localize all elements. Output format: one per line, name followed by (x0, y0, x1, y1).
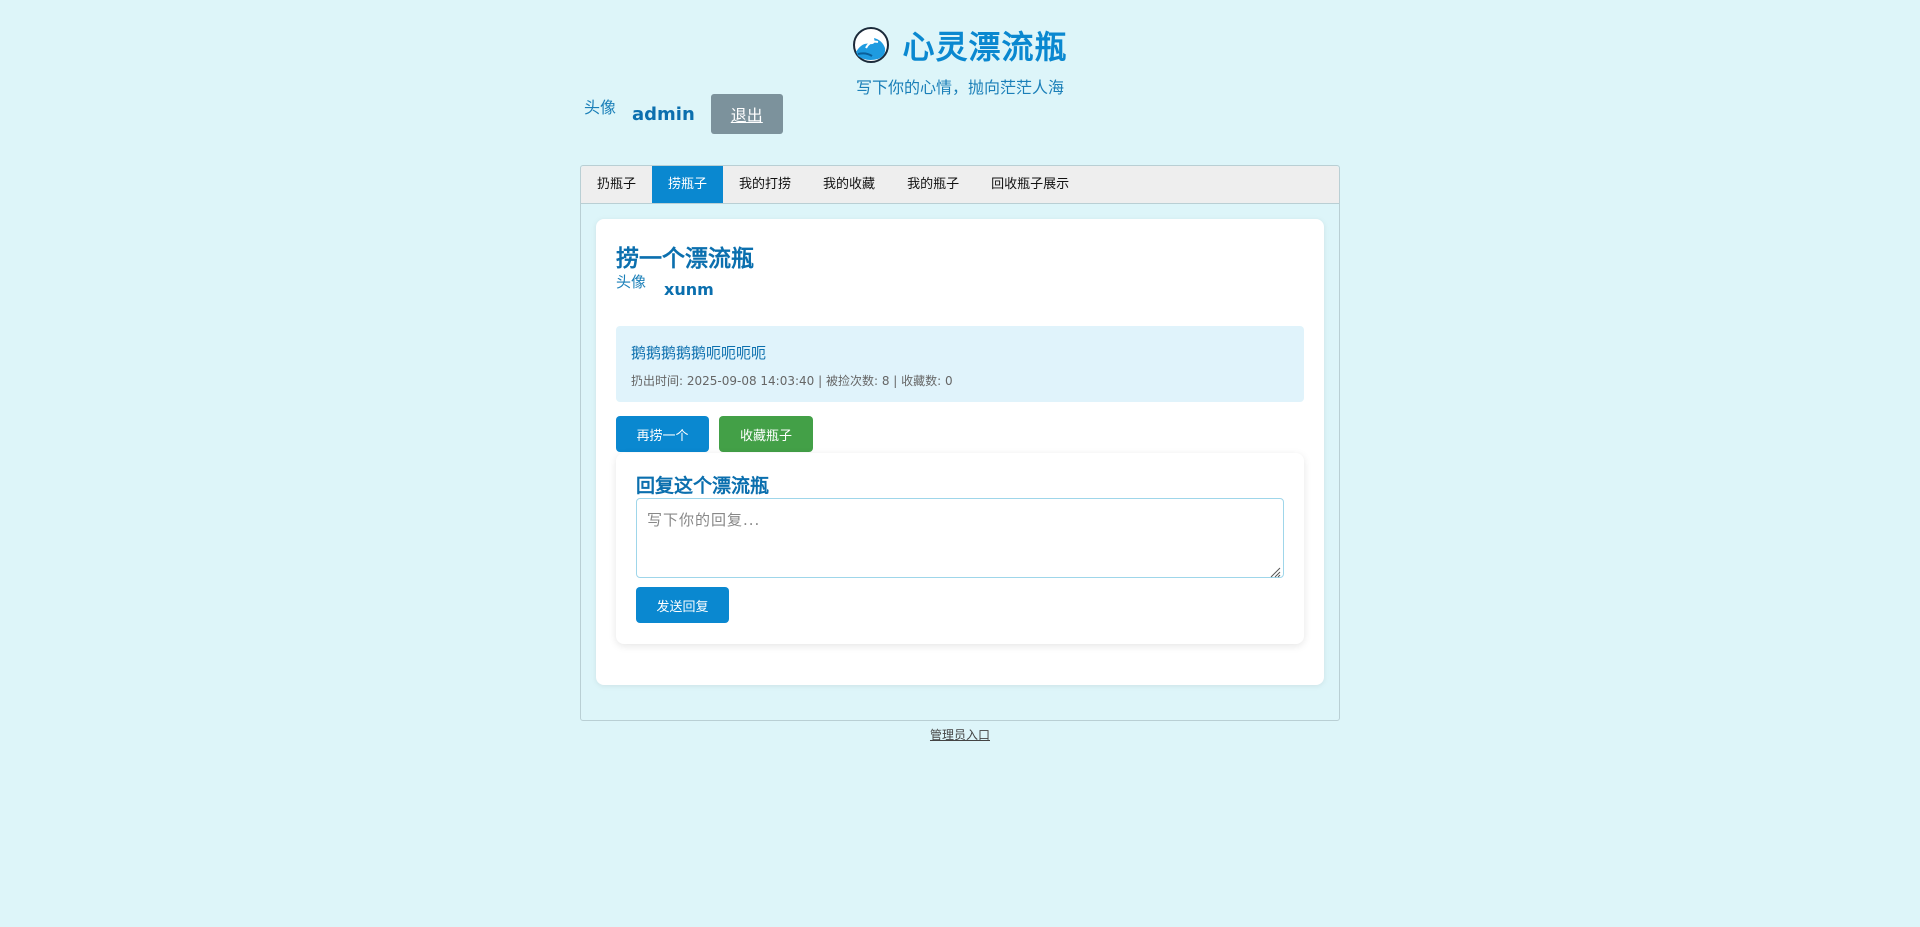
avatar[interactable]: 头像 (584, 94, 616, 118)
site-title: 心灵漂流瓶 (902, 28, 1068, 66)
tab-recycled-bottles[interactable]: 回收瓶子展示 (975, 166, 1085, 203)
tab-my-catches[interactable]: 我的打捞 (723, 166, 807, 203)
resize-grip-icon[interactable] (1269, 563, 1281, 578)
tab-catch-bottle[interactable]: 捞瓶子 (652, 166, 724, 203)
reply-placeholder: 写下你的回复... (647, 511, 761, 529)
reply-card: 回复这个漂流瓶 写下你的回复... 发送回复 (616, 453, 1304, 644)
favorite-bottle-button[interactable]: 收藏瓶子 (719, 416, 813, 452)
tab-my-favorites[interactable]: 我的收藏 (807, 166, 891, 203)
sender-info: 头像 xunm (616, 271, 714, 299)
main-panel: 扔瓶子 捞瓶子 我的打捞 我的收藏 我的瓶子 回收瓶子展示 捞一个漂流瓶 头像 … (580, 165, 1340, 721)
bottle-message-meta: 扔出时间: 2025-09-08 14:03:40 | 被捡次数: 8 | 收藏… (631, 374, 953, 388)
tab-throw-bottle[interactable]: 扔瓶子 (581, 166, 652, 203)
tab-my-bottles[interactable]: 我的瓶子 (891, 166, 975, 203)
admin-entry-link[interactable]: 管理员入口 (930, 728, 990, 742)
wave-icon (852, 26, 890, 64)
site-title-group: 心灵漂流瓶 (852, 22, 1067, 68)
sender-avatar: 头像 (616, 273, 647, 291)
send-reply-button[interactable]: 发送回复 (636, 587, 729, 623)
bottle-message: 鹅鹅鹅鹅鹅呃呃呃呃 扔出时间: 2025-09-08 14:03:40 | 被捡… (616, 326, 1304, 402)
sender-name: xunm (664, 280, 714, 299)
tab-bar: 扔瓶子 捞瓶子 我的打捞 我的收藏 我的瓶子 回收瓶子展示 (581, 166, 1339, 204)
footer: 管理员入口 (0, 726, 1920, 743)
logout-button[interactable]: 退出 (710, 94, 783, 134)
reply-title: 回复这个漂流瓶 (636, 475, 770, 497)
bottle-message-text: 鹅鹅鹅鹅鹅呃呃呃呃 (631, 344, 767, 362)
site-subtitle: 写下你的心情，抛向茫茫人海 (855, 78, 1064, 97)
catch-title: 捞一个漂流瓶 (616, 246, 754, 272)
reply-textarea[interactable]: 写下你的回复... (636, 498, 1284, 578)
user-bar: 头像 admin 退出 (584, 94, 783, 134)
catch-card: 捞一个漂流瓶 头像 xunm 鹅鹅鹅鹅鹅呃呃呃呃 扔出时间: 2025-09-0… (596, 219, 1324, 685)
site-header: 心灵漂流瓶 (0, 22, 1920, 66)
page: 心灵漂流瓶 写下你的心情，抛向茫茫人海 头像 admin 退出 扔瓶子 捞瓶子 … (0, 0, 1920, 927)
username: admin (632, 103, 695, 125)
catch-again-button[interactable]: 再捞一个 (616, 416, 709, 452)
